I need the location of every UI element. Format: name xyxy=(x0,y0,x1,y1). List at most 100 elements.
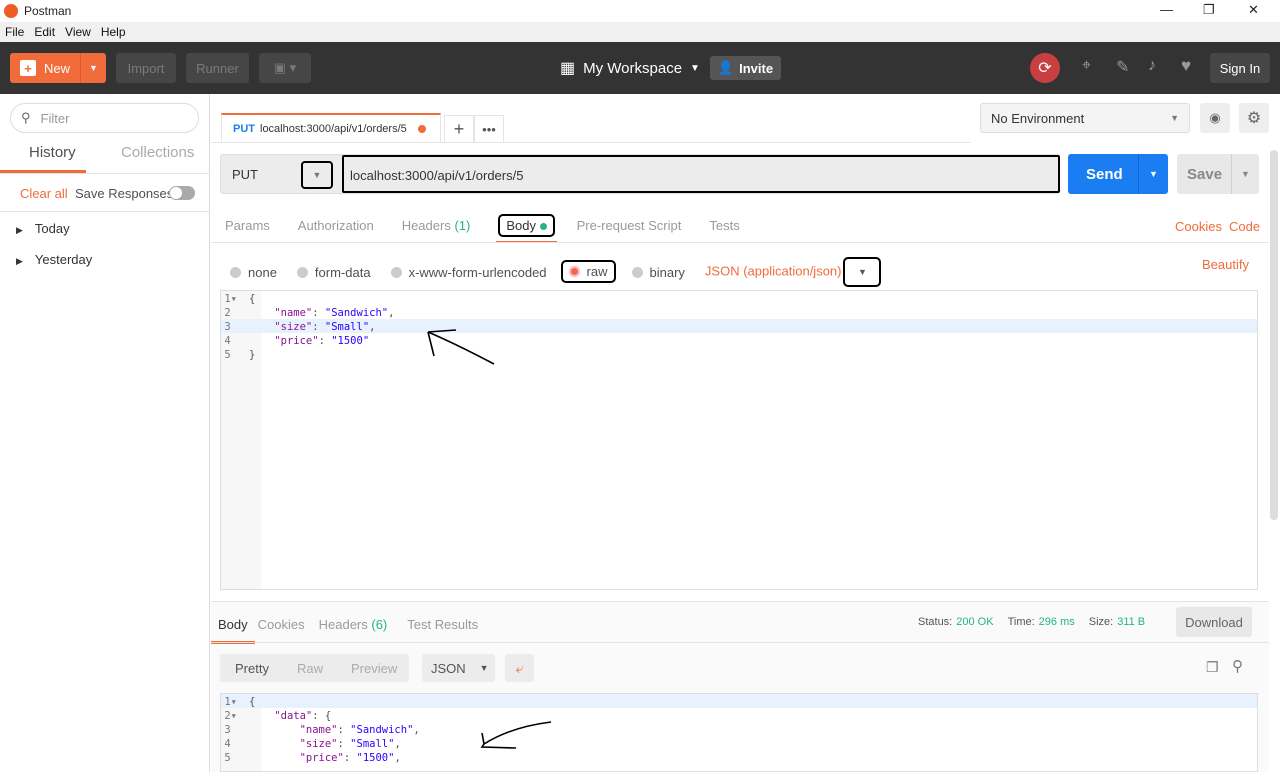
save-responses-toggle[interactable] xyxy=(169,186,195,200)
sidebar: ⚲ Filter History Collections Clear all Sa… xyxy=(0,94,210,772)
tab-history[interactable]: History xyxy=(29,144,76,161)
clear-all-link[interactable]: Clear all xyxy=(20,186,68,201)
response-body-viewer[interactable]: 1▾{2▾ "data": {3 "name": "Sandwich", 4 "s… xyxy=(220,693,1258,772)
new-window-button[interactable]: ▣ ▾ xyxy=(259,53,311,83)
bell-icon[interactable]: ♪ xyxy=(1148,57,1156,75)
body-indicator-dot xyxy=(539,223,547,230)
request-tabs: Params Authorization Headers (1) Body Pr… xyxy=(225,214,740,243)
sign-in-button[interactable]: Sign In xyxy=(1210,53,1270,83)
tab-tests[interactable]: Tests xyxy=(709,218,739,237)
radio-label: none xyxy=(248,264,277,280)
view-pretty[interactable]: Pretty xyxy=(235,661,269,676)
response-tab-headers[interactable]: Headers (6) xyxy=(319,617,388,632)
search-icon[interactable]: ⚲ xyxy=(1232,657,1243,675)
response-tabs: Body Cookies Headers (6) Test Results xyxy=(211,617,478,644)
environment-value: No Environment xyxy=(991,110,1085,126)
view-preview[interactable]: Preview xyxy=(351,661,397,676)
more-tabs-icon[interactable]: ••• xyxy=(474,115,504,143)
status-value: 200 OK xyxy=(956,616,994,628)
code-token: : xyxy=(312,307,325,319)
line-number: 3 xyxy=(224,724,237,736)
url-input[interactable]: localhost:3000/api/v1/orders/5 xyxy=(342,155,1060,193)
search-icon: ⚲ xyxy=(21,110,31,125)
workspace-name: My Workspace xyxy=(583,59,683,77)
content-type-select[interactable]: JSON (application/json) ▼ xyxy=(705,257,882,287)
beautify-link[interactable]: Beautify xyxy=(1202,257,1249,272)
radio-label: form-data xyxy=(314,264,371,280)
toolbar: + New ▼ Import Runner ▣ ▾ ▦ My Workspace… xyxy=(0,42,1280,94)
code-token: "1500" xyxy=(356,752,395,764)
code-token: { xyxy=(249,696,256,708)
format-select[interactable]: JSON ▼ xyxy=(422,654,495,682)
caret-right-icon: ▶ xyxy=(16,256,23,266)
code-line: 2▾ "data": { xyxy=(221,710,331,722)
user-plus-icon: 👤 xyxy=(717,60,735,75)
view-raw[interactable]: Raw xyxy=(297,661,323,676)
response-tab-cookies[interactable]: Cookies xyxy=(258,617,305,632)
import-button[interactable]: Import xyxy=(116,53,176,83)
chevron-down-icon: ▼ xyxy=(479,663,489,673)
runner-button[interactable]: Runner xyxy=(186,53,249,83)
chevron-down-icon[interactable]: ▼ xyxy=(843,257,882,287)
invite-button[interactable]: 👤 Invite xyxy=(710,56,781,80)
workspace-selector[interactable]: ▦ My Workspace ▼ xyxy=(560,58,700,78)
code-link[interactable]: Code xyxy=(1229,219,1260,234)
request-tab[interactable]: PUT localhost:3000/api/v1/orders/5 xyxy=(221,113,441,143)
menu-help[interactable]: Help xyxy=(96,25,131,39)
code-line: 2 "name": "Sandwich", xyxy=(221,307,394,319)
history-group-yesterday[interactable]: ▶ Yesterday xyxy=(16,252,92,267)
menu-view[interactable]: View xyxy=(60,25,96,39)
radio-none[interactable]: none xyxy=(230,265,277,280)
cookies-link[interactable]: Cookies xyxy=(1175,219,1222,234)
code-token: "price" xyxy=(299,752,344,764)
tab-headers[interactable]: Headers (1) xyxy=(402,218,471,237)
time-value: 296 ms xyxy=(1038,616,1075,628)
tab-pre-request-script[interactable]: Pre-request Script xyxy=(577,218,682,237)
response-tab-test-results[interactable]: Test Results xyxy=(407,617,478,632)
eye-icon[interactable]: ◉ xyxy=(1200,103,1230,133)
line-number: 1▾ xyxy=(224,293,237,305)
save-dropdown-icon[interactable]: ▼ xyxy=(1231,154,1259,194)
radio-urlencoded[interactable]: x-www-form-urlencoded xyxy=(390,265,547,280)
history-group-today[interactable]: ▶ Today xyxy=(16,221,70,236)
restore-button[interactable]: ❐ xyxy=(1203,2,1215,18)
radio-form-data[interactable]: form-data xyxy=(296,264,371,280)
request-body-editor[interactable]: 1▾{2 "name": "Sandwich", 3 "size": "Small… xyxy=(220,290,1258,590)
minimize-button[interactable]: — xyxy=(1160,2,1173,17)
method-select[interactable]: PUT xyxy=(232,167,258,182)
environment-select[interactable]: No Environment ▼ xyxy=(980,103,1190,133)
wrench-icon[interactable]: ✎ xyxy=(1116,57,1129,77)
tab-body[interactable]: Body xyxy=(496,214,557,243)
heart-icon[interactable]: ♥ xyxy=(1181,56,1191,76)
menu-file[interactable]: File xyxy=(0,25,29,39)
new-button[interactable]: + New ▼ xyxy=(10,53,106,83)
copy-icon[interactable]: ❐ xyxy=(1206,659,1219,676)
tab-method: PUT xyxy=(233,123,255,135)
time-label: Time: xyxy=(1007,616,1035,628)
radio-binary[interactable]: binary xyxy=(631,265,685,280)
close-button[interactable]: ✕ xyxy=(1248,2,1259,18)
method-dropdown-icon[interactable]: ▼ xyxy=(301,161,333,189)
send-button[interactable]: Send ▼ xyxy=(1068,154,1168,194)
add-tab-button[interactable]: + xyxy=(444,115,474,143)
send-label: Send xyxy=(1086,165,1123,183)
gear-icon[interactable]: ⚙ xyxy=(1239,103,1269,133)
download-button[interactable]: Download xyxy=(1176,607,1252,637)
new-dropdown-icon[interactable]: ▼ xyxy=(80,53,106,83)
tab-params[interactable]: Params xyxy=(225,218,270,237)
group-label: Yesterday xyxy=(34,252,93,267)
satellite-icon[interactable]: ⌖ xyxy=(1082,57,1091,75)
tab-authorization[interactable]: Authorization xyxy=(298,218,374,237)
radio-raw[interactable]: raw xyxy=(560,259,616,283)
response-tab-body[interactable]: Body xyxy=(211,617,255,644)
menu-edit[interactable]: Edit xyxy=(29,25,60,39)
save-button[interactable]: Save ▼ xyxy=(1177,154,1259,194)
tab-collections[interactable]: Collections xyxy=(121,144,194,161)
send-dropdown-icon[interactable]: ▼ xyxy=(1138,154,1168,194)
filter-input[interactable]: ⚲ Filter xyxy=(10,103,199,133)
wrap-lines-icon[interactable]: ⤶ xyxy=(505,654,534,682)
scrollbar[interactable] xyxy=(1270,150,1278,520)
sync-icon[interactable]: ⟳ xyxy=(1030,53,1060,83)
